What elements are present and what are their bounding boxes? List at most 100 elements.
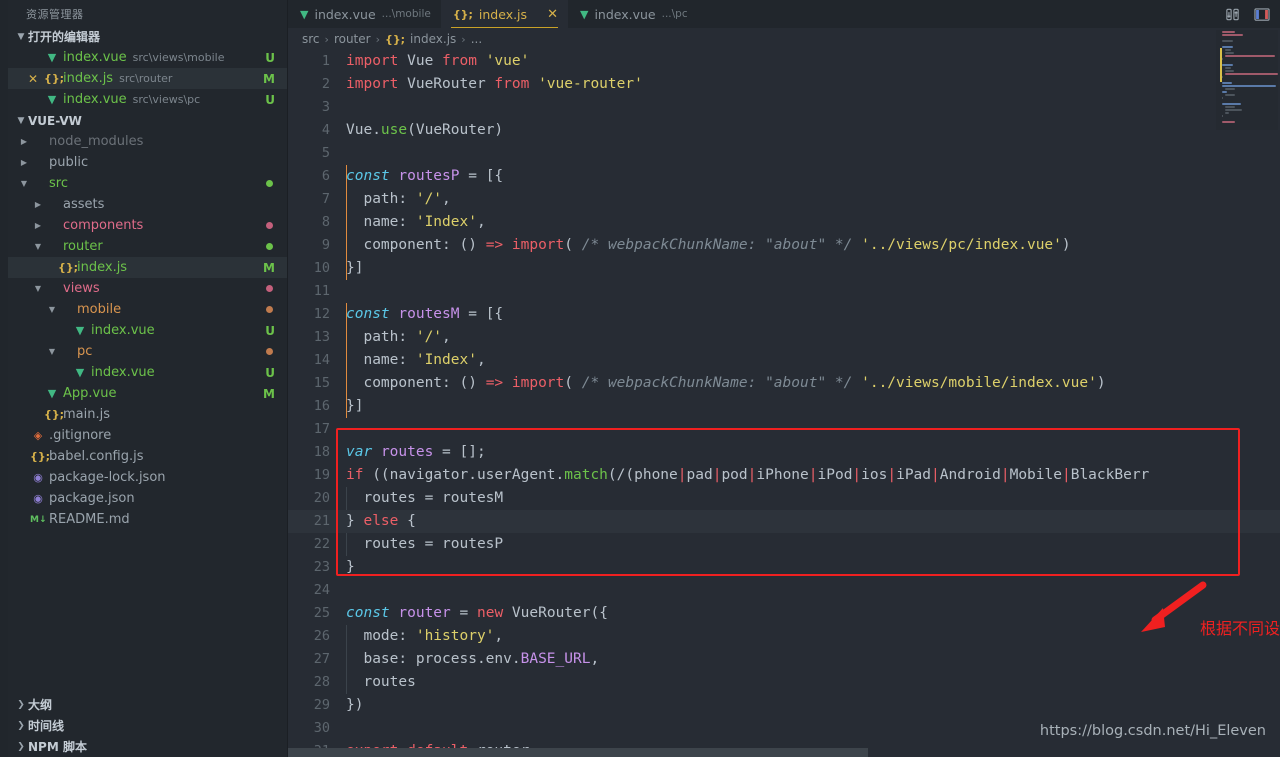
tree-item-main-js[interactable]: {}; main.js bbox=[8, 404, 287, 425]
minimap-line bbox=[1222, 121, 1236, 123]
line-text: import Vue from 'vue' bbox=[346, 53, 530, 69]
code-line[interactable]: 3 bbox=[288, 96, 1280, 119]
chevron-right-icon[interactable]: ▶ bbox=[18, 137, 30, 146]
layout-panel-icon[interactable] bbox=[1254, 7, 1270, 22]
horizontal-scrollbar[interactable] bbox=[288, 748, 868, 757]
activity-bar[interactable] bbox=[0, 0, 8, 757]
tree-item-components[interactable]: ▶ components bbox=[8, 215, 287, 236]
code-line[interactable]: 15 component: () => import( /* webpackCh… bbox=[288, 372, 1280, 395]
line-number: 16 bbox=[313, 398, 330, 414]
code-line[interactable]: 4 Vue.use(VueRouter) bbox=[288, 119, 1280, 142]
open-editor-item[interactable]: ▼ index.vue src\views\pc U bbox=[8, 89, 287, 110]
editor-tab[interactable]: ▼ index.vue ...\pc bbox=[567, 0, 698, 28]
close-icon[interactable]: ✕ bbox=[547, 7, 558, 22]
editor-group: ▼ index.vue ...\mobile {}; index.js ✕ ▼ index.v… bbox=[288, 0, 1280, 757]
tree-item-index-js[interactable]: {}; index.js M bbox=[8, 257, 287, 278]
minimap-line bbox=[1225, 49, 1232, 51]
code-line[interactable]: 17 bbox=[288, 418, 1280, 441]
tree-item-label: .gitignore bbox=[49, 428, 112, 443]
breadcrumb-part[interactable]: router bbox=[334, 32, 371, 46]
tree-item-package-json[interactable]: ◉ package.json bbox=[8, 488, 287, 509]
section-时间线[interactable]: ❯ 时间线 bbox=[8, 715, 287, 736]
line-number: 20 bbox=[313, 490, 330, 506]
line-number: 15 bbox=[313, 375, 330, 391]
minimap-line bbox=[1225, 52, 1234, 54]
code-line[interactable]: 1 import Vue from 'vue' bbox=[288, 50, 1280, 73]
tree-item-router[interactable]: ▼ router bbox=[8, 236, 287, 257]
tree-item-babel-config-js[interactable]: {}; babel.config.js bbox=[8, 446, 287, 467]
breadcrumb-part[interactable]: index.js bbox=[410, 32, 456, 46]
breadcrumb-part[interactable]: ... bbox=[471, 32, 482, 46]
chevron-down-icon[interactable]: ▼ bbox=[46, 347, 58, 356]
open-editor-item[interactable]: ✕ {}; index.js src\router M bbox=[8, 68, 287, 89]
line-number: 18 bbox=[313, 444, 330, 460]
section-大纲[interactable]: ❯ 大纲 bbox=[8, 694, 287, 715]
tree-item--gitignore[interactable]: ◈ .gitignore bbox=[8, 425, 287, 446]
code-line[interactable]: 21} else { bbox=[288, 510, 1280, 533]
tree-item-readme-md[interactable]: M↓ README.md bbox=[8, 509, 287, 530]
tree-item-label: babel.config.js bbox=[49, 449, 144, 464]
section-project-root[interactable]: ▼ VUE-VW bbox=[8, 110, 287, 131]
code-line[interactable]: 7 path: '/', bbox=[288, 188, 1280, 211]
code-line[interactable]: 20 routes = routesM bbox=[288, 487, 1280, 510]
tree-item-views[interactable]: ▼ views bbox=[8, 278, 287, 299]
line-text: path: '/', bbox=[346, 191, 451, 207]
code-line[interactable]: 8 name: 'Index', bbox=[288, 211, 1280, 234]
close-icon[interactable]: ✕ bbox=[28, 72, 38, 86]
code-line[interactable]: 28 routes bbox=[288, 671, 1280, 694]
tree-item-assets[interactable]: ▶ assets bbox=[8, 194, 287, 215]
tree-item-package-lock-json[interactable]: ◉ package-lock.json bbox=[8, 467, 287, 488]
code-line[interactable]: 18 var routes = []; bbox=[288, 441, 1280, 464]
section-open-editors[interactable]: ▼ 打开的编辑器 bbox=[8, 26, 287, 47]
code-line[interactable]: 22 routes = routesP bbox=[288, 533, 1280, 556]
code-line[interactable]: 12 const routesM = [{ bbox=[288, 303, 1280, 326]
code-line[interactable]: 16}] bbox=[288, 395, 1280, 418]
tree-item-index-vue[interactable]: ▼ index.vue U bbox=[8, 362, 287, 383]
code-editor[interactable]: 1 import Vue from 'vue' 2 import VueRouter … bbox=[288, 50, 1280, 757]
code-line[interactable]: 10}] bbox=[288, 257, 1280, 280]
chevron-right-icon[interactable]: ▶ bbox=[18, 158, 30, 167]
tree-item-node-modules[interactable]: ▶ node_modules bbox=[8, 131, 287, 152]
code-line[interactable]: 25 const router = new VueRouter({ bbox=[288, 602, 1280, 625]
code-line[interactable]: 27 base: process.env.BASE_URL, bbox=[288, 648, 1280, 671]
tree-item-mobile[interactable]: ▼ mobile bbox=[8, 299, 287, 320]
code-line[interactable]: 9 component: () => import( /* webpackChu… bbox=[288, 234, 1280, 257]
code-line[interactable]: 26 mode: 'history', bbox=[288, 625, 1280, 648]
chevron-right-icon[interactable]: ▶ bbox=[32, 221, 44, 230]
breadcrumb[interactable]: src › router › {}; index.js ›... bbox=[288, 28, 1280, 50]
minimap[interactable] bbox=[1216, 30, 1278, 130]
code-line[interactable]: 13 path: '/', bbox=[288, 326, 1280, 349]
tree-item-public[interactable]: ▶ public bbox=[8, 152, 287, 173]
minimap-line bbox=[1222, 46, 1234, 48]
chevron-right-icon: ❯ bbox=[17, 720, 25, 731]
open-editor-item[interactable]: ▼ index.vue src\views\mobile U bbox=[8, 47, 287, 68]
chevron-down-icon[interactable]: ▼ bbox=[32, 284, 44, 293]
code-line[interactable]: 2 import VueRouter from 'vue-router' bbox=[288, 73, 1280, 96]
line-text: name: 'Index', bbox=[346, 352, 486, 368]
editor-tab[interactable]: ▼ index.vue ...\mobile bbox=[288, 0, 441, 28]
tree-item-app-vue[interactable]: ▼ App.vue M bbox=[8, 383, 287, 404]
tree-item-src[interactable]: ▼ src bbox=[8, 173, 287, 194]
section-NPM 脚本[interactable]: ❯ NPM 脚本 bbox=[8, 736, 287, 757]
code-line[interactable]: 19 if ((navigator.userAgent.match(/(phone… bbox=[288, 464, 1280, 487]
tree-item-pc[interactable]: ▼ pc bbox=[8, 341, 287, 362]
code-line[interactable]: 29}) bbox=[288, 694, 1280, 717]
code-line[interactable]: 23} bbox=[288, 556, 1280, 579]
code-line[interactable]: 24 bbox=[288, 579, 1280, 602]
tree-item-index-vue[interactable]: ▼ index.vue U bbox=[8, 320, 287, 341]
code-line[interactable]: 14 name: 'Index', bbox=[288, 349, 1280, 372]
code-line[interactable]: 11 bbox=[288, 280, 1280, 303]
tree-item-label: index.js bbox=[77, 260, 128, 275]
code-line[interactable]: 5 bbox=[288, 142, 1280, 165]
chevron-right-icon[interactable]: ▶ bbox=[32, 200, 44, 209]
minimap-line bbox=[1222, 103, 1241, 105]
code-line[interactable]: 6 const routesP = [{ bbox=[288, 165, 1280, 188]
editor-tab[interactable]: {}; index.js ✕ bbox=[440, 0, 568, 28]
chevron-down-icon[interactable]: ▼ bbox=[18, 179, 30, 188]
chevron-down-icon[interactable]: ▼ bbox=[32, 242, 44, 251]
file-status-badge: U bbox=[265, 365, 275, 380]
split-editor-icon[interactable] bbox=[1225, 7, 1240, 22]
breadcrumb-part[interactable]: src bbox=[302, 32, 320, 46]
line-number: 14 bbox=[313, 352, 330, 368]
chevron-down-icon[interactable]: ▼ bbox=[46, 305, 58, 314]
